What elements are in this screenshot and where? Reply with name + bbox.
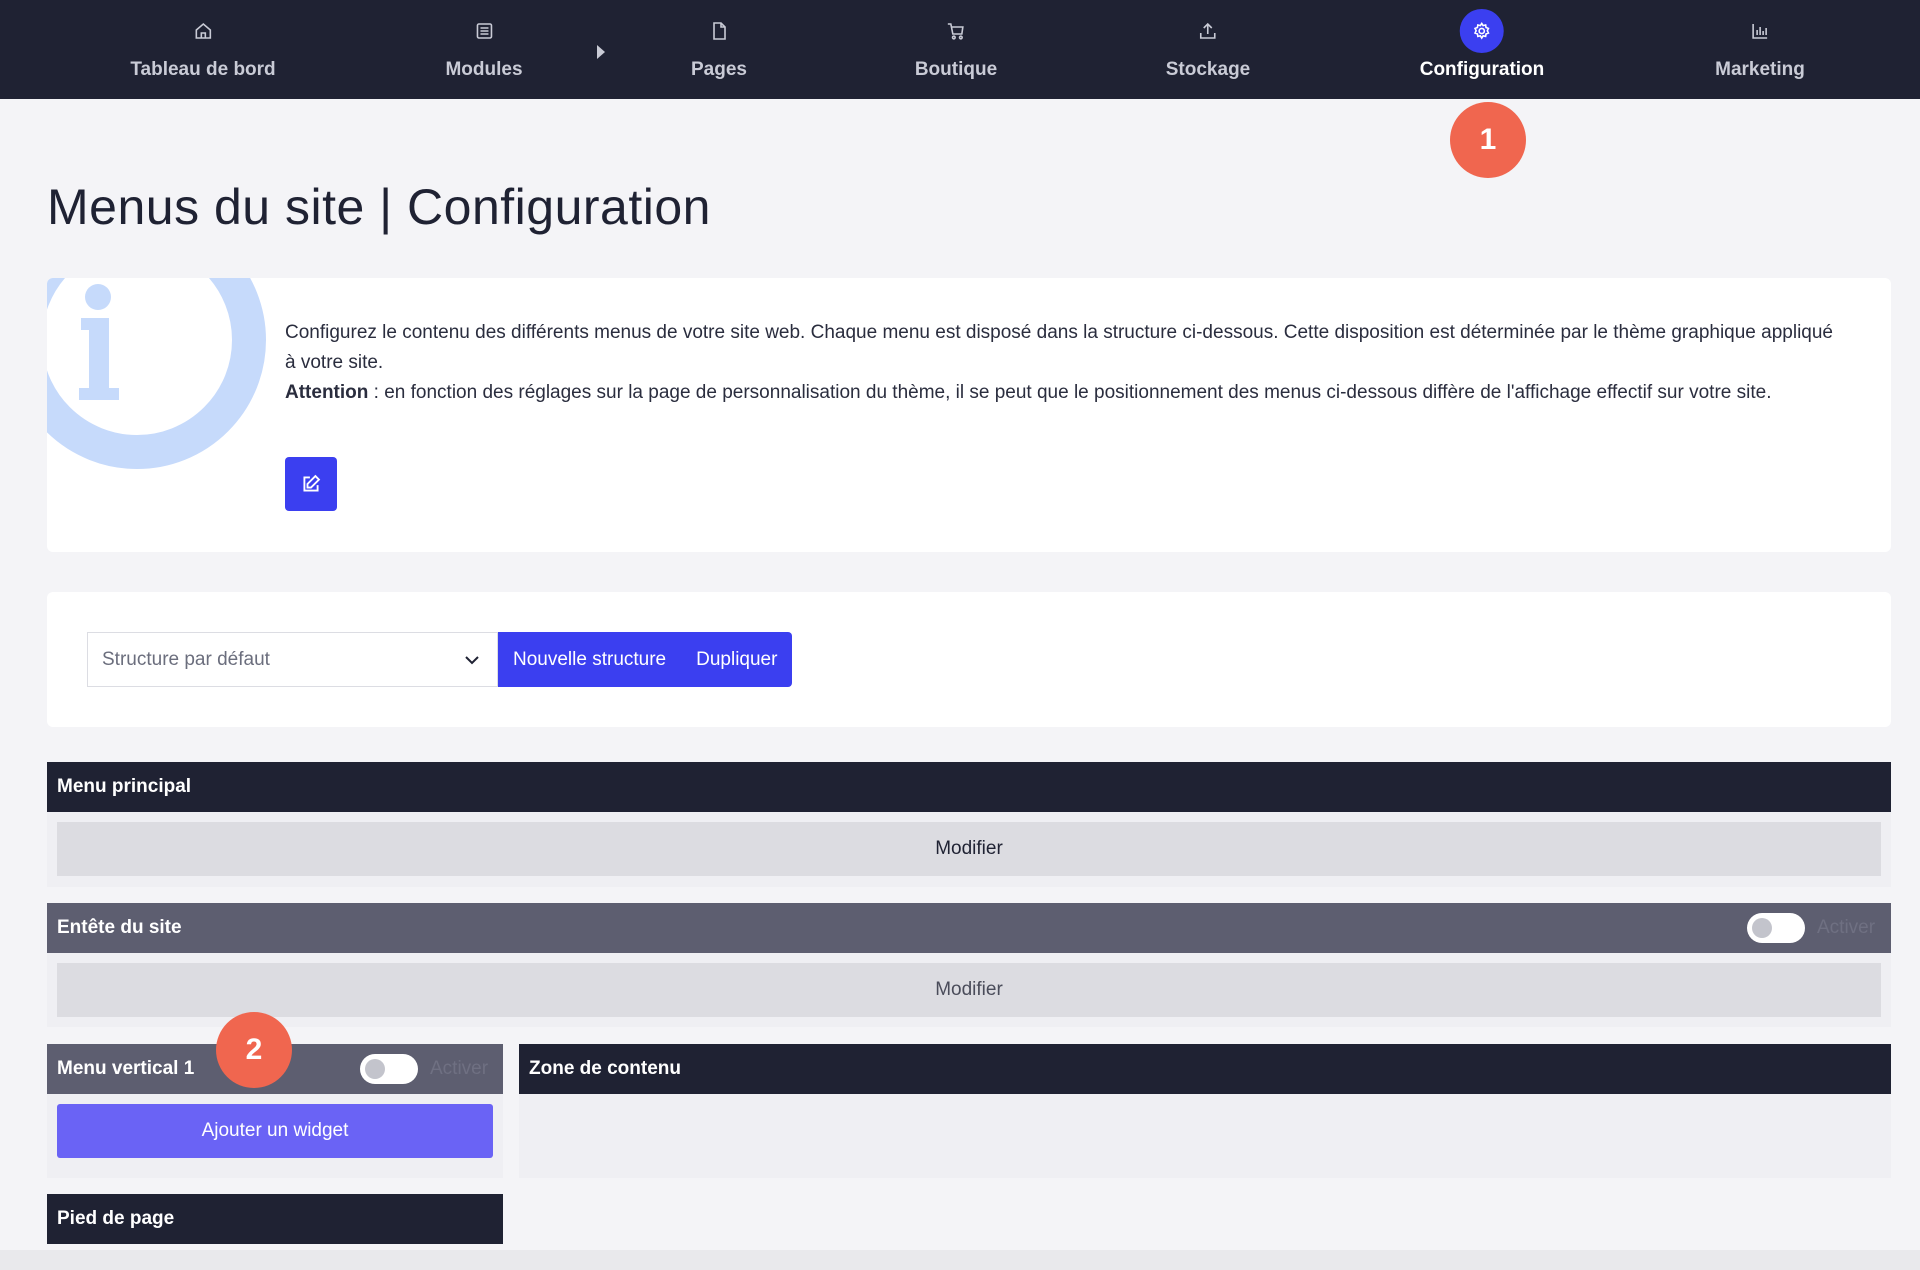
nav-item-configuration[interactable]: Configuration xyxy=(1419,0,1545,99)
structure-select-value: Structure par défaut xyxy=(102,648,270,670)
chevron-down-icon xyxy=(465,656,479,665)
nav-label: Marketing xyxy=(1715,59,1805,80)
step-badge-1: 1 xyxy=(1450,102,1526,178)
nav-label: Modules xyxy=(445,59,523,80)
step-badge-2: 2 xyxy=(216,1012,292,1088)
section-title: Zone de contenu xyxy=(519,1044,1891,1094)
nav-item-dashboard[interactable]: Tableau de bord xyxy=(130,0,276,99)
list-icon xyxy=(462,9,506,53)
structure-select[interactable]: Structure par défaut xyxy=(87,632,498,687)
add-widget-button[interactable]: Ajouter un widget xyxy=(57,1104,493,1158)
section-footer: Pied de page xyxy=(47,1194,503,1244)
toggle-knob xyxy=(365,1059,385,1079)
info-icon xyxy=(47,278,266,469)
info-attention: Attention : en fonction des réglages sur… xyxy=(285,378,1845,408)
section-title-text: Entête du site xyxy=(57,917,182,938)
section-title-text: Menu vertical 1 xyxy=(57,1058,195,1079)
nav-item-pages[interactable]: Pages xyxy=(691,0,747,99)
nav-item-shop[interactable]: Boutique xyxy=(915,0,997,99)
duplicate-button[interactable]: Dupliquer xyxy=(681,649,792,671)
attention-label: Attention xyxy=(285,382,369,403)
info-description: Configurez le contenu des différents men… xyxy=(285,322,1833,373)
nav-item-marketing[interactable]: Marketing xyxy=(1715,0,1805,99)
nav-item-modules[interactable]: Modules xyxy=(445,0,523,99)
page-title: Menus du site | Configuration xyxy=(47,179,711,235)
header-toggle-label: Activer xyxy=(1817,917,1876,938)
toggle-knob xyxy=(1752,918,1772,938)
top-navigation: Tableau de bord Modules Pages Boutique S… xyxy=(0,0,1920,99)
nav-label: Pages xyxy=(691,59,747,80)
header-toggle[interactable] xyxy=(1747,913,1805,943)
info-card: Configurez le contenu des différents men… xyxy=(47,278,1891,552)
main-menu-modify-button[interactable]: Modifier xyxy=(57,822,1881,876)
section-content-zone: Zone de contenu xyxy=(519,1044,1891,1178)
section-site-header: Entête du site Activer Modifier xyxy=(47,903,1891,1027)
nav-label: Tableau de bord xyxy=(130,59,276,80)
page-bottom-edge xyxy=(0,1250,1920,1270)
new-structure-button[interactable]: Nouvelle structure xyxy=(498,649,681,671)
structure-button-group: Nouvelle structure Dupliquer xyxy=(498,632,793,687)
section-title: Menu principal xyxy=(47,762,1891,812)
bar-chart-icon xyxy=(1738,9,1782,53)
cart-icon xyxy=(934,9,978,53)
edit-theme-button[interactable] xyxy=(285,457,337,511)
section-main-menu: Menu principal Modifier xyxy=(47,762,1891,887)
nav-item-storage[interactable]: Stockage xyxy=(1166,0,1250,99)
header-modify-button[interactable]: Modifier xyxy=(57,963,1881,1017)
info-text: Configurez le contenu des différents men… xyxy=(285,318,1845,408)
vertical-menu-toggle[interactable] xyxy=(360,1054,418,1084)
caret-right-icon xyxy=(597,45,605,59)
attention-text: : en fonction des réglages sur la page d… xyxy=(368,382,1772,403)
section-title: Entête du site xyxy=(47,903,1891,953)
edit-icon xyxy=(303,474,321,492)
nav-label: Boutique xyxy=(914,59,998,80)
home-icon xyxy=(181,9,225,53)
nav-label: Configuration xyxy=(1419,59,1545,80)
nav-label: Stockage xyxy=(1165,59,1251,80)
structure-card: Structure par défaut Nouvelle structure … xyxy=(47,592,1891,727)
section-title: Pied de page xyxy=(47,1194,503,1244)
vertical-menu-toggle-label: Activer xyxy=(430,1058,489,1079)
file-icon xyxy=(697,9,741,53)
upload-icon xyxy=(1186,9,1230,53)
gear-icon xyxy=(1460,9,1504,53)
